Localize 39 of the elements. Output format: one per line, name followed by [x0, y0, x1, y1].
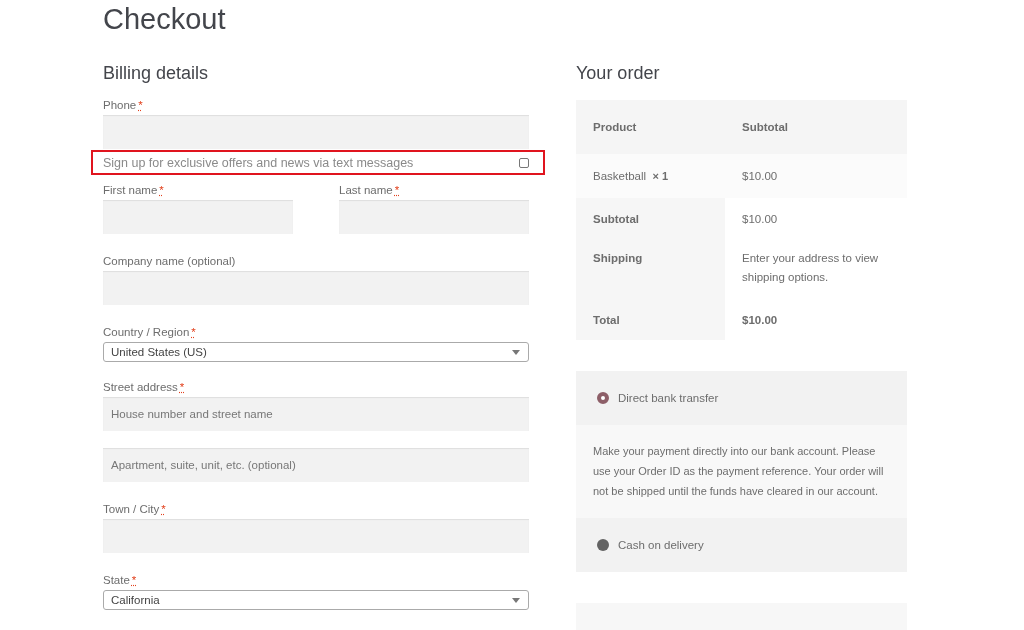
column-header: Subtotal — [741, 121, 789, 133]
radio-button[interactable] — [597, 392, 609, 404]
payment-description: Make your payment directly into our bank account. Please use your Order ID as the payment reference. Your order will not be shipped until the funds have cleared in our account. — [576, 425, 907, 518]
input-field[interactable] — [103, 115, 529, 149]
totals-value: $10.00 — [741, 313, 779, 328]
field-label: Country / Region * — [103, 325, 197, 339]
input-field[interactable] — [103, 519, 529, 553]
totals-label: Total — [576, 299, 725, 340]
field-label: Company name (optional) — [103, 254, 237, 268]
checkbox[interactable] — [519, 157, 529, 168]
radio-button[interactable] — [597, 539, 609, 551]
input-field[interactable] — [339, 200, 529, 234]
input-field[interactable]: House number and street name — [103, 397, 529, 431]
product-cell-text: Basketball × 1 — [592, 170, 670, 182]
payment-option[interactable]: Direct bank transfer — [576, 371, 907, 425]
totals-label: Subtotal — [576, 198, 725, 237]
opt-in-label: Sign up for exclusive offers and news via text messages — [103, 155, 414, 170]
caret-icon — [512, 597, 520, 603]
section-heading: Billing details — [103, 62, 210, 84]
column-header: Product — [592, 121, 638, 133]
price-cell-text: $10.00 — [741, 170, 779, 182]
caret-icon — [512, 349, 520, 355]
input-field[interactable] — [103, 200, 293, 234]
select-field[interactable]: United States (US) — [103, 342, 529, 362]
field-label: Phone * — [103, 98, 144, 112]
select-field[interactable]: California — [103, 590, 529, 610]
totals-label: Shipping — [576, 237, 725, 299]
totals-value: Enter your address to view shipping options. — [741, 251, 880, 285]
field-label: Town / City * — [103, 502, 167, 516]
field-label: Street address * — [103, 380, 186, 394]
input-field[interactable] — [103, 271, 529, 305]
field-label: First name * — [103, 183, 165, 197]
payment-option[interactable]: Cash on delivery — [576, 518, 907, 572]
section-heading: Your order — [576, 62, 661, 84]
input-field[interactable]: Apartment, suite, unit, etc. (optional) — [103, 448, 529, 482]
field-label: Last name * — [339, 183, 401, 197]
page-title: Checkout — [103, 2, 227, 36]
totals-value: $10.00 — [741, 212, 779, 227]
field-label: State * — [103, 573, 138, 587]
